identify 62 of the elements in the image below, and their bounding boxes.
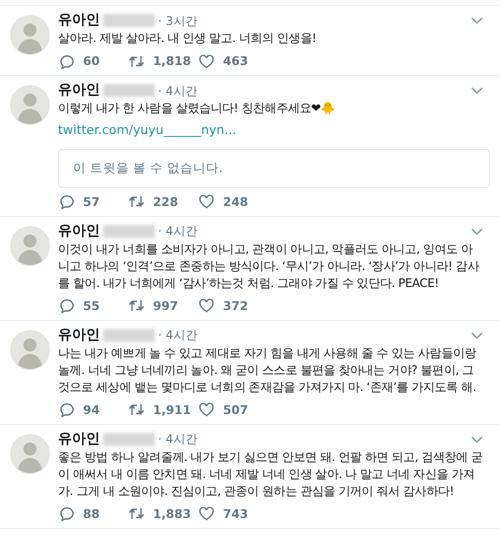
speech-bubble-icon[interactable] (58, 506, 75, 522)
user-name[interactable]: 유아인 (58, 80, 100, 101)
avatar (10, 330, 50, 370)
retweet-icon[interactable] (128, 194, 145, 210)
avatar (10, 226, 50, 266)
retweet-count: 1,818 (153, 53, 191, 70)
user-name[interactable]: 유아인 (58, 428, 100, 450)
like-count: 463 (223, 53, 248, 70)
retweet-icon[interactable] (128, 54, 145, 68)
retweet-icon[interactable] (128, 402, 145, 418)
user-name[interactable]: 유아인 (58, 324, 100, 346)
like-count: 743 (223, 506, 248, 523)
redaction-blur (103, 84, 155, 97)
reply-count: 88 (83, 506, 100, 523)
redaction-blur (103, 432, 155, 446)
timestamp[interactable]: · 4시간 (158, 222, 198, 240)
chevron-down-icon[interactable] (470, 226, 484, 236)
quoted-tweet-card[interactable]: 이 트윗을 볼 수 없습니다. (58, 149, 490, 188)
heart-icon[interactable] (198, 402, 215, 418)
user-name[interactable]: 유아인 (58, 220, 100, 242)
heart-icon[interactable] (198, 506, 215, 522)
tweet-text: 나는 내가 예쁘게 놀 수 있고 제대로 자기 힘을 내게 사용해 줄 수 있는 사람들이랑 놀께. 너네 그냥 너네끼리 놀아. 왜 굳이 스스로 불편을 찾아내는 거야? 불편이, 그것으로 세상에 뱉는 몇마디로 너희의 존재감을 가져가지 마. ‘존재’를 가지도록 해. (58, 344, 478, 396)
redaction-blur (103, 224, 155, 238)
redaction-blur (103, 14, 155, 27)
speech-bubble-icon[interactable] (58, 402, 75, 418)
like-count: 248 (223, 194, 248, 211)
tweet-text: 이렇게 내가 한 사람을 살렸습니다! 칭찬해주세요❤🐥 (58, 100, 336, 117)
speech-bubble-icon[interactable] (58, 54, 75, 68)
chevron-down-icon[interactable] (470, 330, 484, 340)
tweet-text: 이것이 내가 너희를 소비자가 아니고, 관객이 아니고, 악플러도 아니고, 잉여도 아니고 하나의 ‘인격’으로 존중하는 방식이다. ‘무시’가 아니라. ‘장사’가 아니라! 감사를 할어. 내가 너희에게 ‘감사’하는것 처럼. 그래야 가질 수 있단다. PEACE! (58, 240, 480, 292)
tweet-text: 살아라. 제발 살아라. 내 인생 말고. 너희의 인생을! (58, 30, 318, 47)
retweet-icon[interactable] (128, 298, 145, 314)
reply-count: 55 (83, 298, 100, 315)
timestamp[interactable]: · 4시간 (158, 82, 198, 100)
timestamp[interactable]: · 4시간 (158, 326, 198, 344)
heart-icon[interactable] (198, 194, 215, 210)
heart-icon[interactable] (198, 298, 215, 314)
timestamp[interactable]: · 3시간 (158, 12, 198, 30)
retweet-count: 997 (153, 298, 178, 315)
timestamp[interactable]: · 4시간 (158, 430, 198, 448)
redaction-blur (103, 328, 155, 342)
retweet-count: 1,911 (153, 402, 191, 419)
reply-count: 57 (83, 194, 100, 211)
chevron-down-icon[interactable] (470, 86, 484, 95)
chevron-down-icon[interactable] (470, 16, 484, 25)
avatar (10, 15, 50, 55)
like-count: 507 (223, 402, 248, 419)
retweet-count: 228 (153, 194, 178, 211)
avatar (10, 85, 50, 125)
tweet-text: 좋은 방법 하나 알려줄께. 내가 보기 싫으면 안보면 돼. 언팔 하면 되고, 검색창에 굳이 애써서 내 이름 안치면 돼. 너네 제발 너네 인생 살아. 나 말고 너네 자신을 가져가. 그게 내 소원이야. 진심이고, 관종이 원하는 관심을 기꺼이 줘서 감사하다! (58, 448, 484, 500)
chevron-down-icon[interactable] (470, 434, 484, 444)
retweet-count: 1,883 (153, 506, 191, 523)
like-count: 372 (223, 298, 248, 315)
avatar (10, 434, 50, 474)
tweet-link[interactable]: twitter.com/yuyu______nyn... (58, 121, 236, 140)
heart-icon[interactable] (198, 54, 215, 68)
speech-bubble-icon[interactable] (58, 298, 75, 314)
user-name[interactable]: 유아인 (58, 10, 100, 31)
speech-bubble-icon[interactable] (58, 194, 75, 210)
reply-count: 60 (83, 53, 100, 70)
retweet-icon[interactable] (128, 506, 145, 522)
reply-count: 94 (83, 402, 100, 419)
